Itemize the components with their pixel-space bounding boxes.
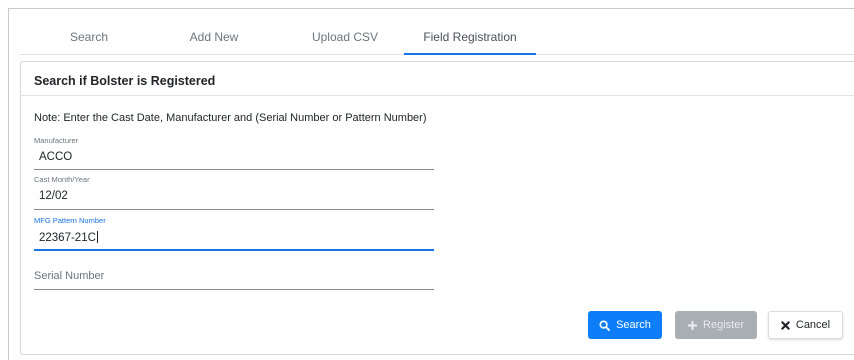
search-button-label: Search — [616, 319, 651, 331]
cast-month-year-value[interactable]: 12/02 — [39, 190, 68, 202]
close-icon — [781, 320, 790, 330]
search-icon — [599, 319, 611, 331]
mfg-pattern-number-label: MFG Pattern Number — [34, 216, 106, 225]
serial-number-placeholder: Serial Number — [34, 270, 105, 282]
cast-month-year-field[interactable]: Cast Month/Year 12/02 — [34, 173, 434, 210]
tab-field-registration[interactable]: Field Registration — [404, 17, 536, 55]
tab-add-new[interactable]: Add New — [179, 17, 249, 55]
search-registration-card: Search if Bolster is Registered Note: En… — [20, 61, 854, 355]
text-caret — [96, 231, 98, 243]
instruction-note: Note: Enter the Cast Date, Manufacturer … — [34, 112, 427, 124]
search-button[interactable]: Search — [588, 311, 662, 339]
register-button[interactable]: Register — [675, 311, 757, 339]
plus-icon — [688, 320, 698, 330]
register-button-label: Register — [703, 319, 744, 331]
cast-month-year-label: Cast Month/Year — [34, 175, 90, 184]
tab-bar: Search Add New Upload CSV Field Registra… — [19, 17, 854, 55]
manufacturer-value[interactable]: ACCO — [39, 151, 72, 163]
manufacturer-label: Manufacturer — [34, 136, 79, 145]
mfg-pattern-number-input[interactable]: 22367-21C — [39, 231, 98, 244]
cancel-button[interactable]: Cancel — [768, 311, 843, 339]
manufacturer-field[interactable]: Manufacturer ACCO — [34, 134, 434, 170]
cancel-button-label: Cancel — [795, 319, 831, 331]
mfg-pattern-number-value: 22367-21C — [39, 232, 96, 244]
tab-search[interactable]: Search — [59, 17, 119, 55]
serial-number-field[interactable]: Serial Number — [34, 258, 434, 290]
mfg-pattern-number-field[interactable]: MFG Pattern Number 22367-21C — [34, 214, 434, 251]
tab-upload-csv[interactable]: Upload CSV — [305, 17, 385, 55]
card-title: Search if Bolster is Registered — [21, 62, 854, 96]
